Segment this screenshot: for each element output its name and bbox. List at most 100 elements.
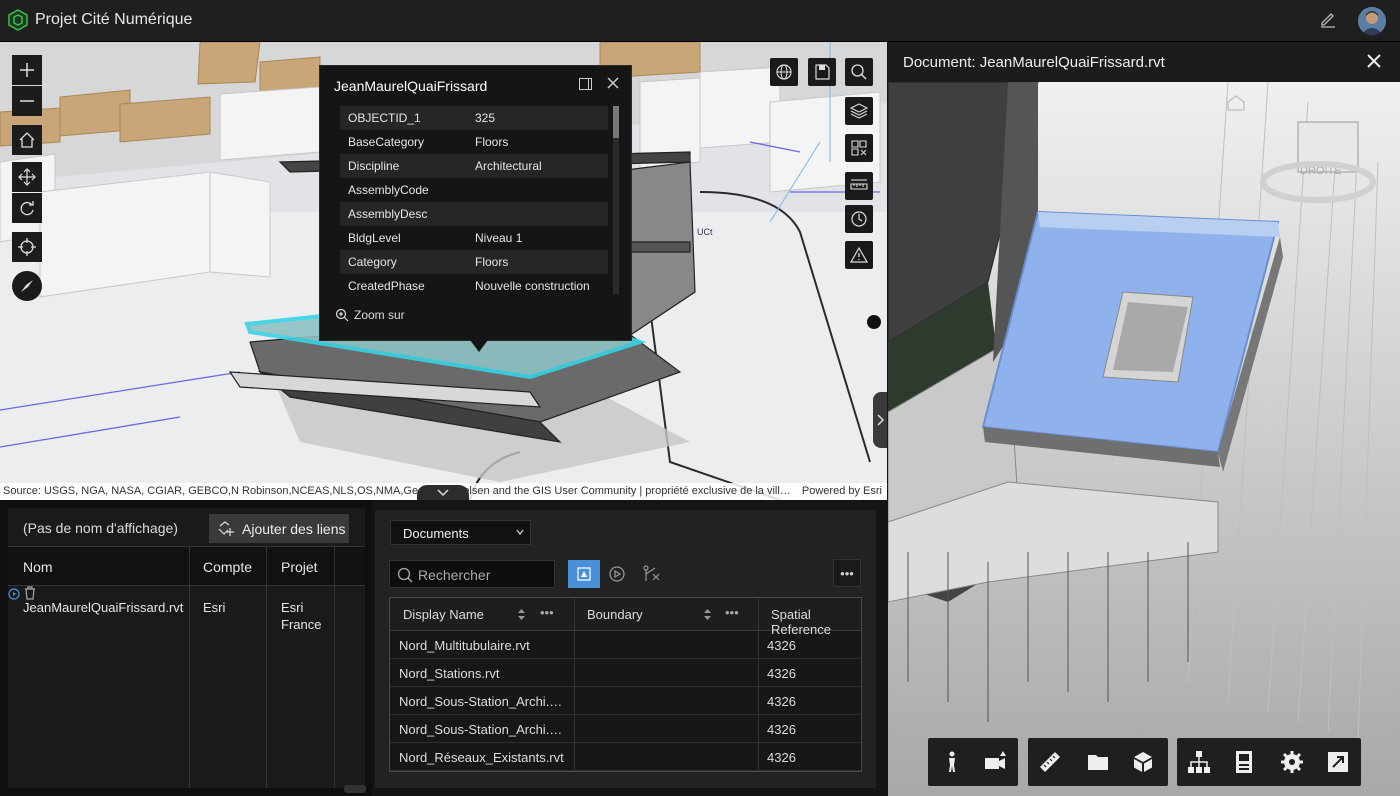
save-button[interactable] <box>808 58 836 86</box>
daylight-button[interactable] <box>845 205 873 233</box>
popup-title: JeanMaurelQuaiFrissard <box>334 78 488 94</box>
attribute-row: AssemblyDesc <box>340 202 608 226</box>
add-links-button[interactable]: Ajouter des liens <box>209 514 349 543</box>
zoom-label: Zoom sur <box>354 308 405 322</box>
more-options-button[interactable]: ••• <box>833 559 861 587</box>
edit-icon[interactable] <box>1319 11 1337 29</box>
column-menu-icon[interactable]: ••• <box>725 605 739 620</box>
chevron-right-icon <box>877 414 884 426</box>
search-icon <box>851 64 867 80</box>
camera-icon[interactable] <box>983 750 1007 774</box>
documents-table-header: Display Name ••• Boundary ••• Spatial Re… <box>390 598 861 637</box>
feature-popup: JeanMaurelQuaiFrissard OBJECTID_1 325 Bas… <box>319 65 632 352</box>
doc-sr: 4326 <box>767 722 796 737</box>
search-input[interactable]: Rechercher <box>389 560 555 588</box>
gear-icon[interactable] <box>1280 750 1304 774</box>
close-icon[interactable] <box>605 75 621 91</box>
app-header: Projet Cité Numérique <box>0 0 1400 42</box>
layers-button[interactable] <box>845 97 873 125</box>
document-title: Document: JeanMaurelQuaiFrissard.rvt <box>903 54 1165 71</box>
attribute-key: OBJECTID_1 <box>348 111 421 125</box>
close-icon[interactable] <box>1366 53 1382 69</box>
table-row[interactable]: JeanMaurelQuaiFrissard.rvt Esri Esri Fra… <box>8 586 365 788</box>
zoom-to-button[interactable]: Zoom sur <box>335 308 405 322</box>
fullscreen-icon[interactable] <box>1326 750 1350 774</box>
attribute-row: Category Floors <box>340 250 608 274</box>
compass-icon <box>21 280 33 292</box>
table-row[interactable]: Nord_Sous-Station_Archi.… 4326 <box>390 715 861 743</box>
folder-icon[interactable] <box>1086 750 1110 774</box>
app-title: Projet Cité Numérique <box>35 11 193 28</box>
branch-icon[interactable] <box>643 565 661 583</box>
search-button[interactable] <box>845 58 873 86</box>
status-dot <box>867 315 881 329</box>
attribution-text: Source: USGS, NGA, NASA, CGIAR, GEBCO,N … <box>3 485 791 497</box>
attribute-value: 325 <box>475 111 496 125</box>
expand-panel-button[interactable] <box>873 392 887 448</box>
column-header-project[interactable]: Projet <box>281 559 318 575</box>
sort-icon[interactable] <box>517 608 526 621</box>
table-row[interactable]: Nord_Stations.rvt 4326 <box>390 659 861 687</box>
documents-select[interactable]: Documents <box>390 520 531 545</box>
doc-name: Nord_Stations.rvt <box>399 666 500 681</box>
walk-icon[interactable] <box>940 750 964 774</box>
attribute-value: Niveau 1 <box>475 231 523 245</box>
grid-icon <box>851 140 867 156</box>
popup-pointer <box>470 340 488 352</box>
model-toolbar <box>1177 738 1361 786</box>
grid-select-button[interactable] <box>845 134 873 162</box>
doc-name: Nord_Sous-Station_Archi.… <box>399 694 563 709</box>
collapse-bottom-button[interactable] <box>417 485 469 500</box>
table-row[interactable]: Nord_Sous-Station_Archi.… 4326 <box>390 687 861 715</box>
column-menu-icon[interactable]: ••• <box>540 605 554 620</box>
document-viewer-header: Document: JeanMaurelQuaiFrissard.rvt <box>888 42 1400 82</box>
attribute-row: OBJECTID_1 325 <box>340 106 608 130</box>
column-header-name[interactable]: Nom <box>23 559 53 575</box>
rotate-button[interactable] <box>12 193 42 223</box>
attribute-row: BldgLevel Niveau 1 <box>340 226 608 250</box>
trash-icon[interactable] <box>24 586 36 600</box>
move-icon <box>18 168 36 186</box>
powered-by[interactable]: Powered by Esri <box>802 485 882 497</box>
column-header-boundary[interactable]: Boundary <box>587 607 643 622</box>
minus-icon <box>20 100 34 102</box>
chevron-down-icon <box>516 529 524 536</box>
links-table-header: Nom Compte Projet <box>8 546 365 586</box>
model-tree-icon[interactable] <box>1187 750 1211 774</box>
slice-button[interactable] <box>845 241 873 269</box>
ruler-icon[interactable] <box>1038 750 1062 774</box>
scene-view[interactable]: UCt JeanMaurelQuaiFrissard OBJECTID_1 32… <box>0 42 887 500</box>
attribute-key: Discipline <box>348 159 400 173</box>
column-header-display-name[interactable]: Display Name <box>403 607 484 622</box>
documents-table: Display Name ••• Boundary ••• Spatial Re… <box>389 597 862 772</box>
table-row[interactable]: Nord_Multitubulaire.rvt 4326 <box>390 631 861 659</box>
sort-icon[interactable] <box>703 608 712 621</box>
locate-button[interactable] <box>12 232 42 262</box>
add-links-label: Ajouter des liens <box>242 520 346 537</box>
pan-button[interactable] <box>12 162 42 192</box>
home-button[interactable] <box>12 125 42 155</box>
document-3d-view[interactable]: DROITE <box>888 82 1400 796</box>
properties-icon[interactable] <box>1232 750 1256 774</box>
links-panel: (Pas de nom d'affichage) Ajouter des lie… <box>0 500 372 796</box>
cube-explode-icon[interactable] <box>1131 750 1155 774</box>
avatar[interactable] <box>1358 7 1386 35</box>
dock-icon[interactable] <box>579 78 592 90</box>
popup-scrollbar[interactable] <box>613 106 619 294</box>
column-header-account[interactable]: Compte <box>203 559 252 575</box>
rotate-icon <box>20 201 34 216</box>
basemap-button[interactable] <box>770 58 798 86</box>
display-name-label: (Pas de nom d'affichage) <box>23 520 178 536</box>
scene-label: UCt <box>697 227 713 237</box>
table-row[interactable]: Nord_Réseaux_Existants.rvt 4326 <box>390 743 861 771</box>
compass-button[interactable] <box>12 271 42 301</box>
play-icon[interactable] <box>8 588 20 600</box>
horizontal-scrollbar[interactable] <box>344 785 366 793</box>
play-icon[interactable] <box>608 565 626 583</box>
zoom-out-button[interactable] <box>12 86 42 116</box>
zoom-in-button[interactable] <box>12 55 42 85</box>
attribute-row: Discipline Architectural <box>340 154 608 178</box>
measure-toolbar <box>1028 738 1168 786</box>
measure-button[interactable] <box>845 172 873 200</box>
filter-extent-button[interactable] <box>568 560 600 588</box>
